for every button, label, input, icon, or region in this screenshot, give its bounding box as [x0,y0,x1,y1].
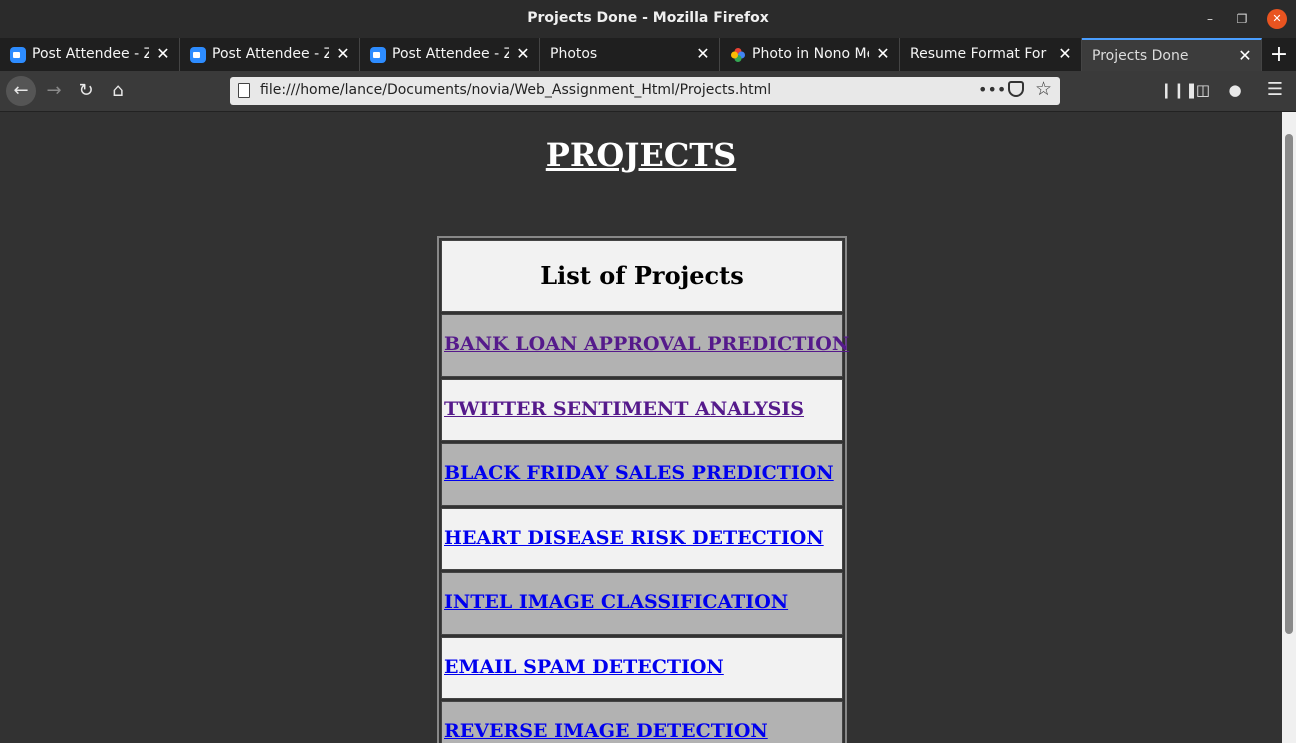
project-link-email-spam[interactable]: EMAIL SPAM DETECTION [444,656,724,678]
table-row: BANK LOAN APPROVAL PREDICTION [441,314,849,377]
close-tab-icon[interactable]: ✕ [875,44,891,64]
tab-label: Post Attendee - Zoom [32,46,149,62]
page-content: PROJECTS List of Projects BANK LOAN APPR… [0,112,1282,743]
project-link-bank-loan[interactable]: BANK LOAN APPROVAL PREDICTION [444,333,849,355]
projects-table: List of Projects BANK LOAN APPROVAL PRED… [437,236,849,743]
close-tab-icon[interactable]: ✕ [155,44,171,64]
tab-strip: Post Attendee - Zoom ✕ Post Attendee - Z… [0,38,1296,149]
sidebar-icon[interactable]: ◫ [1192,79,1214,101]
page-icon [238,83,250,98]
tab-photos[interactable]: Photos ✕ [540,38,720,71]
table-row: BLACK FRIDAY SALES PREDICTION [441,443,843,506]
new-tab-button[interactable]: + [1264,38,1294,71]
window-title: Projects Done - Mozilla Firefox [527,10,769,26]
project-link-black-friday[interactable]: BLACK FRIDAY SALES PREDICTION [444,462,834,484]
project-link-intel-image[interactable]: INTEL IMAGE CLASSIFICATION [444,591,788,613]
tab-post-attendee-3[interactable]: Post Attendee - Zoom ✕ [360,38,540,71]
tab-label: Photo in Nono Me [752,46,869,62]
tab-post-attendee-2[interactable]: Post Attendee - Zoom ✕ [180,38,360,71]
zoom-icon [370,47,386,63]
hamburger-menu-icon[interactable]: ☰ [1264,79,1286,101]
table-header-label: List of Projects [540,261,744,290]
table-header: List of Projects [441,240,843,312]
back-button[interactable]: ← [6,76,36,106]
project-link-heart-disease[interactable]: HEART DISEASE RISK DETECTION [444,527,824,549]
url-bar[interactable]: file:///home/lance/Documents/novia/Web_A… [230,77,1060,105]
table-row: TWITTER SENTIMENT ANALYSIS [441,378,843,441]
tab-projects-done[interactable]: Projects Done ✕ [1082,38,1262,71]
close-tab-icon[interactable]: ✕ [335,44,351,64]
pocket-icon[interactable] [1008,81,1024,97]
project-link-twitter-sentiment[interactable]: TWITTER SENTIMENT ANALYSIS [444,398,804,420]
table-row: INTEL IMAGE CLASSIFICATION [441,572,843,635]
table-row: EMAIL SPAM DETECTION [441,636,843,699]
project-link-reverse-image[interactable]: REVERSE IMAGE DETECTION [444,720,768,742]
tab-resume-format[interactable]: Resume Format For ✕ [900,38,1082,71]
tab-label: Post Attendee - Zoom [212,46,329,62]
vertical-scrollbar[interactable] [1282,112,1296,743]
home-button[interactable]: ⌂ [104,77,132,105]
reload-button[interactable]: ↻ [72,77,100,105]
account-icon[interactable]: ● [1224,79,1246,101]
tab-label: Resume Format For [910,46,1047,62]
google-photos-icon [730,47,746,63]
tab-post-attendee-1[interactable]: Post Attendee - Zoom ✕ [0,38,180,71]
tab-label: Projects Done [1092,48,1189,64]
tab-photo-in-nono[interactable]: Photo in Nono Me ✕ [720,38,900,71]
close-tab-icon[interactable]: ✕ [515,44,531,64]
navigation-toolbar: ← → ↻ ⌂ file:///home/lance/Documents/nov… [0,71,1296,112]
scrollbar-thumb[interactable] [1285,134,1293,634]
table-row: HEART DISEASE RISK DETECTION [441,507,843,570]
tab-label: Post Attendee - Zoom [392,46,509,62]
library-icon[interactable]: ❙❙❚ [1160,79,1198,101]
minimize-button[interactable]: – [1200,9,1220,29]
bookmark-star-icon[interactable]: ☆ [1035,78,1052,100]
page-actions-icon[interactable]: ••• [978,80,1006,99]
close-tab-icon[interactable]: ✕ [1237,46,1253,66]
page-title: PROJECTS [545,136,737,174]
table-row: REVERSE IMAGE DETECTION [441,701,843,743]
close-tab-icon[interactable]: ✕ [1057,44,1073,64]
tab-label: Photos [550,46,598,62]
url-text[interactable]: file:///home/lance/Documents/novia/Web_A… [260,82,771,98]
close-tab-icon[interactable]: ✕ [695,44,711,64]
window-titlebar: Projects Done - Mozilla Firefox – ❐ ✕ [0,0,1296,38]
maximize-button[interactable]: ❐ [1232,9,1252,29]
zoom-icon [10,47,26,63]
forward-button[interactable]: → [40,77,68,105]
zoom-icon [190,47,206,63]
close-window-button[interactable]: ✕ [1267,9,1287,29]
